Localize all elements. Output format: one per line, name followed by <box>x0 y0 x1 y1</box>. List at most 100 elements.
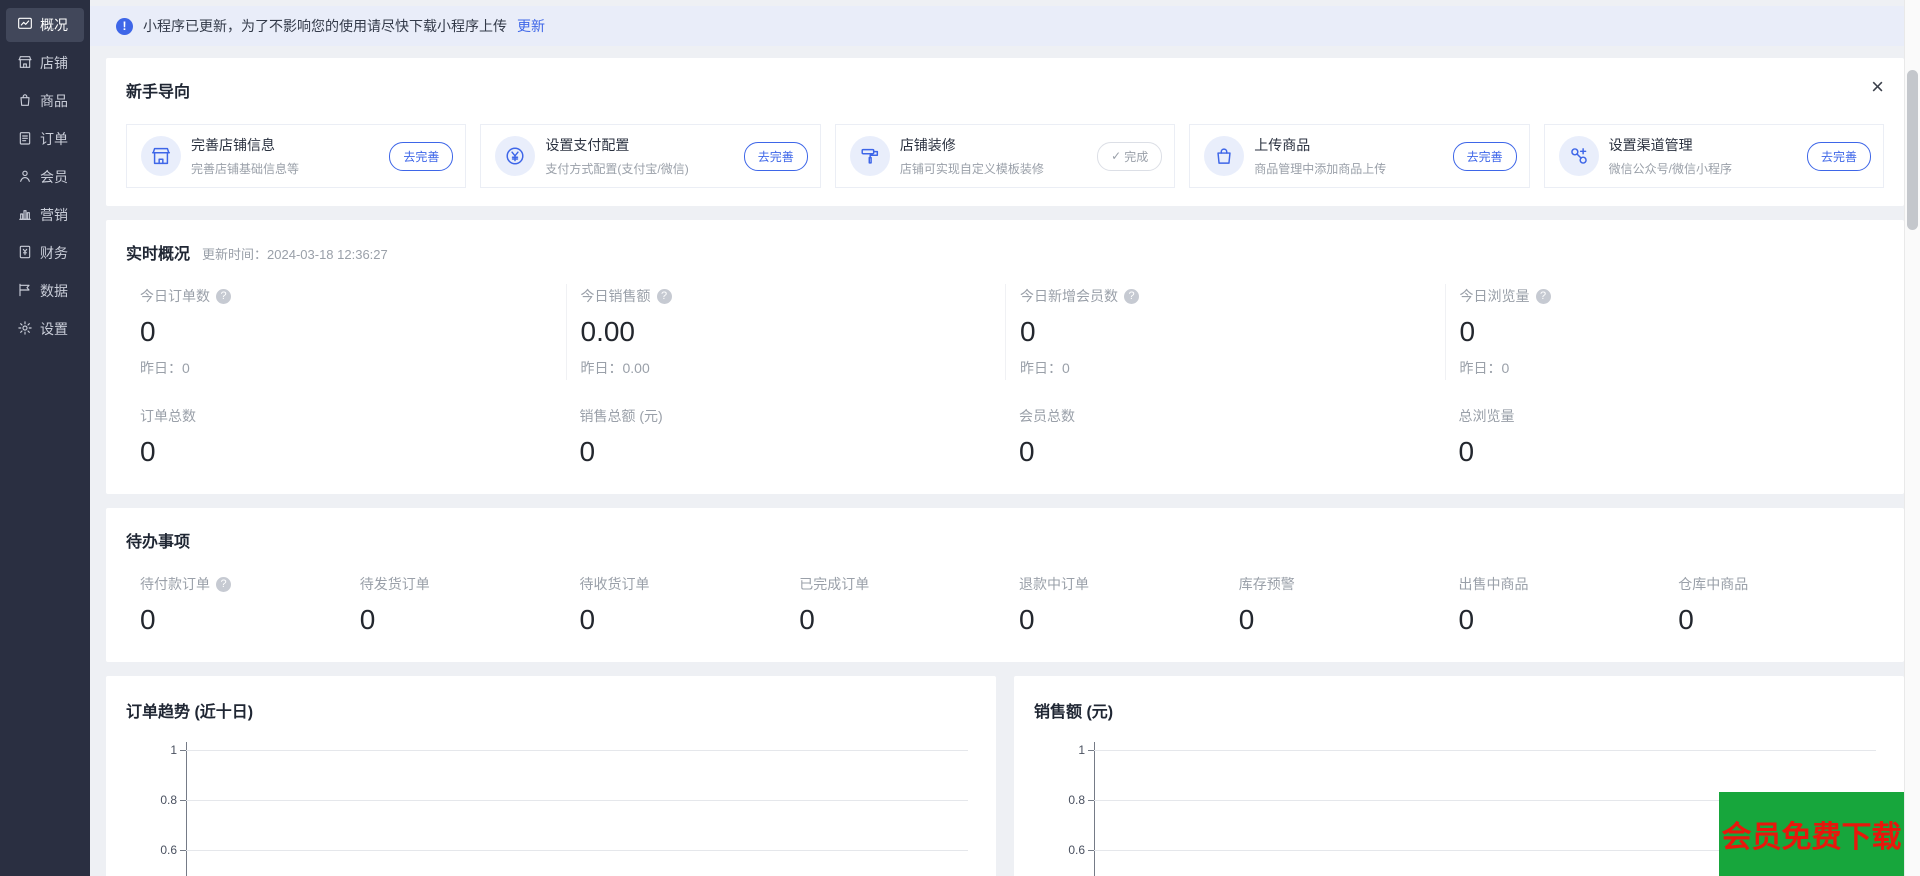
close-icon[interactable]: × <box>1871 76 1884 98</box>
stat-value: 0 <box>1458 604 1475 635</box>
stat-total-orders: 订单总数 0 <box>126 404 566 470</box>
gridline <box>186 850 968 851</box>
help-icon[interactable]: ? <box>216 288 231 304</box>
y-tick-label: 0.6 <box>160 843 177 857</box>
guide-card-subtitle: 商品管理中添加商品上传 <box>1254 162 1387 176</box>
go-complete-button[interactable]: 去完善 <box>1807 141 1872 171</box>
stat-value: 0 <box>1458 436 1475 467</box>
guide-card-upload-goods: 上传商品 商品管理中添加商品上传 去完善 <box>1189 124 1530 188</box>
gridline <box>1094 750 1876 751</box>
sidebar-item-orders[interactable]: 订单 <box>6 122 84 156</box>
help-icon[interactable]: ? <box>656 288 672 304</box>
guide-card-title: 设置渠道管理 <box>1608 137 1693 153</box>
sidebar-item-label: 数据 <box>40 283 68 299</box>
todo-pending-shipment: 待发货订单 0 <box>346 572 566 638</box>
guide-card-decoration: 店铺装修 店铺可实现自定义模板装修 ✓ 完成 <box>834 124 1176 188</box>
yen-circle-icon <box>495 136 536 176</box>
todo-grid: 待付款订单? 0 待发货订单 0 待收货订单 0 已完成订单 0 退款中订单 0… <box>126 572 1884 638</box>
guide-card-title: 上传商品 <box>1254 137 1311 153</box>
stat-label: 仓库中商品 <box>1678 576 1749 592</box>
total-stats-row: 订单总数 0 销售总额 (元) 0 会员总数 0 总浏览量 0 <box>126 404 1884 470</box>
stat-label: 今日浏览量 <box>1459 288 1530 304</box>
go-complete-button[interactable]: 去完善 <box>743 141 808 171</box>
tick-mark <box>180 850 186 851</box>
todo-pending-payment: 待付款订单? 0 <box>126 572 346 638</box>
y-axis-line <box>1094 742 1095 876</box>
check-icon: ✓ <box>1111 149 1122 163</box>
guide-section-title: 新手导向 <box>126 84 191 101</box>
tick-mark <box>180 750 186 751</box>
gridline <box>186 750 968 751</box>
overview-icon <box>17 16 33 35</box>
y-tick-label: 1 <box>1078 743 1085 757</box>
help-icon[interactable]: ? <box>1124 288 1139 304</box>
stat-value: 0 <box>140 316 156 347</box>
scrollbar-track[interactable] <box>1904 0 1920 876</box>
scrollbar-thumb[interactable] <box>1907 70 1918 230</box>
chart-title: 订单趋势 (近十日) <box>126 704 254 721</box>
stat-value: 0 <box>1459 316 1476 347</box>
content: 新手导向 × 完善店铺信息 完善店铺基础信息等 去完善 设置支付配置 支付方式配… <box>90 46 1904 876</box>
stat-total-pageviews: 总浏览量 0 <box>1445 404 1885 470</box>
stat-today-new-members: 今日新增会员数? 0 昨日：0 <box>1005 284 1445 380</box>
promo-badge[interactable]: 会员免费下载 <box>1719 792 1904 876</box>
stat-yesterday: 昨日：0 <box>1459 360 1510 376</box>
chart-title: 销售额 (元) <box>1034 704 1114 721</box>
stat-label: 今日订单数 <box>140 288 210 304</box>
sidebar-item-label: 订单 <box>40 131 68 147</box>
todo-section: 待办事项 待付款订单? 0 待发货订单 0 待收货订单 0 已完成订单 0 退款… <box>106 508 1904 662</box>
notice-text: 小程序已更新，为了不影响您的使用请尽快下载小程序上传 <box>143 18 507 34</box>
stat-label: 待收货订单 <box>579 576 650 592</box>
sidebar-item-goods[interactable]: 商品 <box>6 84 84 118</box>
stat-value: 0 <box>579 604 596 635</box>
data-flag-icon <box>17 282 33 301</box>
todo-warehouse-goods: 仓库中商品 0 <box>1664 572 1884 638</box>
sidebar-item-shop[interactable]: 店铺 <box>6 46 84 80</box>
stat-label: 会员总数 <box>1019 408 1075 424</box>
go-complete-button[interactable]: 去完善 <box>389 141 454 171</box>
stat-value: 0 <box>1678 604 1694 635</box>
today-stats-row: 今日订单数? 0 昨日：0 今日销售额? 0.00 昨日：0.00 今日新增会员… <box>126 284 1884 380</box>
sidebar-item-label: 设置 <box>40 321 68 337</box>
stat-label: 出售中商品 <box>1458 576 1529 592</box>
stat-label: 待付款订单 <box>140 576 210 592</box>
stat-value: 0 <box>359 604 376 635</box>
stat-value: 0 <box>1019 436 1035 467</box>
todo-completed-orders: 已完成订单 0 <box>785 572 1005 638</box>
realtime-section: 实时概况 更新时间：2024-03-18 12:36:27 今日订单数? 0 昨… <box>106 220 1904 494</box>
todo-on-sale-goods: 出售中商品 0 <box>1445 572 1665 638</box>
y-tick-label: 0.8 <box>1068 793 1085 807</box>
help-icon[interactable]: ? <box>1535 288 1551 304</box>
stat-today-pageviews: 今日浏览量? 0 昨日：0 <box>1444 284 1885 380</box>
tick-mark <box>1088 750 1094 751</box>
stat-label: 退款中订单 <box>1019 576 1089 592</box>
stat-yesterday: 昨日：0 <box>140 360 190 376</box>
guide-section: 新手导向 × 完善店铺信息 完善店铺基础信息等 去完善 设置支付配置 支付方式配… <box>106 58 1904 206</box>
stat-value: 0 <box>1020 316 1036 347</box>
stat-value: 0 <box>799 604 815 635</box>
user-icon <box>17 168 33 187</box>
help-icon[interactable]: ? <box>216 576 231 592</box>
guide-card-subtitle: 支付方式配置(支付宝/微信) <box>545 162 689 176</box>
tick-mark <box>180 800 186 801</box>
tick-mark <box>1088 800 1094 801</box>
guide-card-payment: 设置支付配置 支付方式配置(支付宝/微信) 去完善 <box>480 124 821 188</box>
sidebar-item-marketing[interactable]: 营销 <box>6 198 84 232</box>
paint-roller-icon <box>849 136 890 176</box>
guide-card-title: 设置支付配置 <box>545 137 630 153</box>
sidebar-item-overview[interactable]: 概况 <box>6 8 84 42</box>
realtime-section-title: 实时概况 <box>126 246 191 263</box>
update-link[interactable]: 更新 <box>517 16 545 36</box>
sidebar-item-finance[interactable]: 财务 <box>6 236 84 270</box>
sidebar: 概况 店铺 商品 订单 会员 营销 财务 数据 设置 <box>0 0 90 876</box>
sidebar-item-members[interactable]: 会员 <box>6 160 84 194</box>
sidebar-item-settings[interactable]: 设置 <box>6 312 84 346</box>
stat-value: 0 <box>579 436 596 467</box>
guide-card-subtitle: 店铺可实现自定义模板装修 <box>899 162 1044 176</box>
sidebar-item-data[interactable]: 数据 <box>6 274 84 308</box>
stat-label: 销售总额 (元) <box>579 408 663 424</box>
go-complete-button[interactable]: 去完善 <box>1452 141 1517 171</box>
stat-total-sales: 销售总额 (元) 0 <box>566 404 1006 470</box>
storefront-icon <box>141 136 181 176</box>
todo-pending-receipt: 待收货订单 0 <box>566 572 786 638</box>
